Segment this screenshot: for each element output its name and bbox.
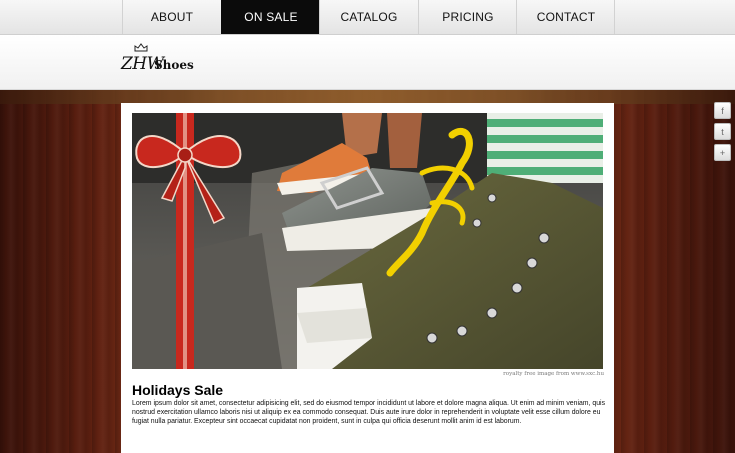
share-button[interactable]: + xyxy=(714,144,731,161)
image-credit: royalty free image from www.sxc.hu xyxy=(503,371,604,377)
twitter-icon: t xyxy=(721,126,724,137)
article-body: Lorem ipsum dolor sit amet, consectetur … xyxy=(132,400,606,425)
plus-icon: + xyxy=(719,147,726,158)
hero-image xyxy=(132,113,603,369)
nav-item-about[interactable]: ABOUT xyxy=(122,0,221,34)
crown-icon xyxy=(134,43,148,52)
nav-item-on-sale[interactable]: ON SALE xyxy=(221,0,320,34)
nav-item-contact[interactable]: CONTACT xyxy=(516,0,615,34)
site-logo[interactable]: ZHW Shoes xyxy=(121,43,211,83)
nav-divider xyxy=(614,0,615,34)
nav-item-pricing[interactable]: PRICING xyxy=(418,0,517,34)
nav-item-catalog[interactable]: CATALOG xyxy=(319,0,418,34)
top-navigation: ABOUT ON SALE CATALOG PRICING CONTACT xyxy=(0,0,735,35)
wood-highlight xyxy=(0,90,735,104)
sneakers-photo xyxy=(132,113,603,369)
logo-name: Shoes xyxy=(154,58,194,72)
main-content: royalty free image from www.sxc.hu Holid… xyxy=(121,103,614,453)
twitter-button[interactable]: t xyxy=(714,123,731,140)
facebook-icon: f xyxy=(721,105,724,116)
article-title: Holidays Sale xyxy=(132,382,224,398)
facebook-button[interactable]: f xyxy=(714,102,731,119)
header-band: ZHW Shoes xyxy=(0,35,735,90)
